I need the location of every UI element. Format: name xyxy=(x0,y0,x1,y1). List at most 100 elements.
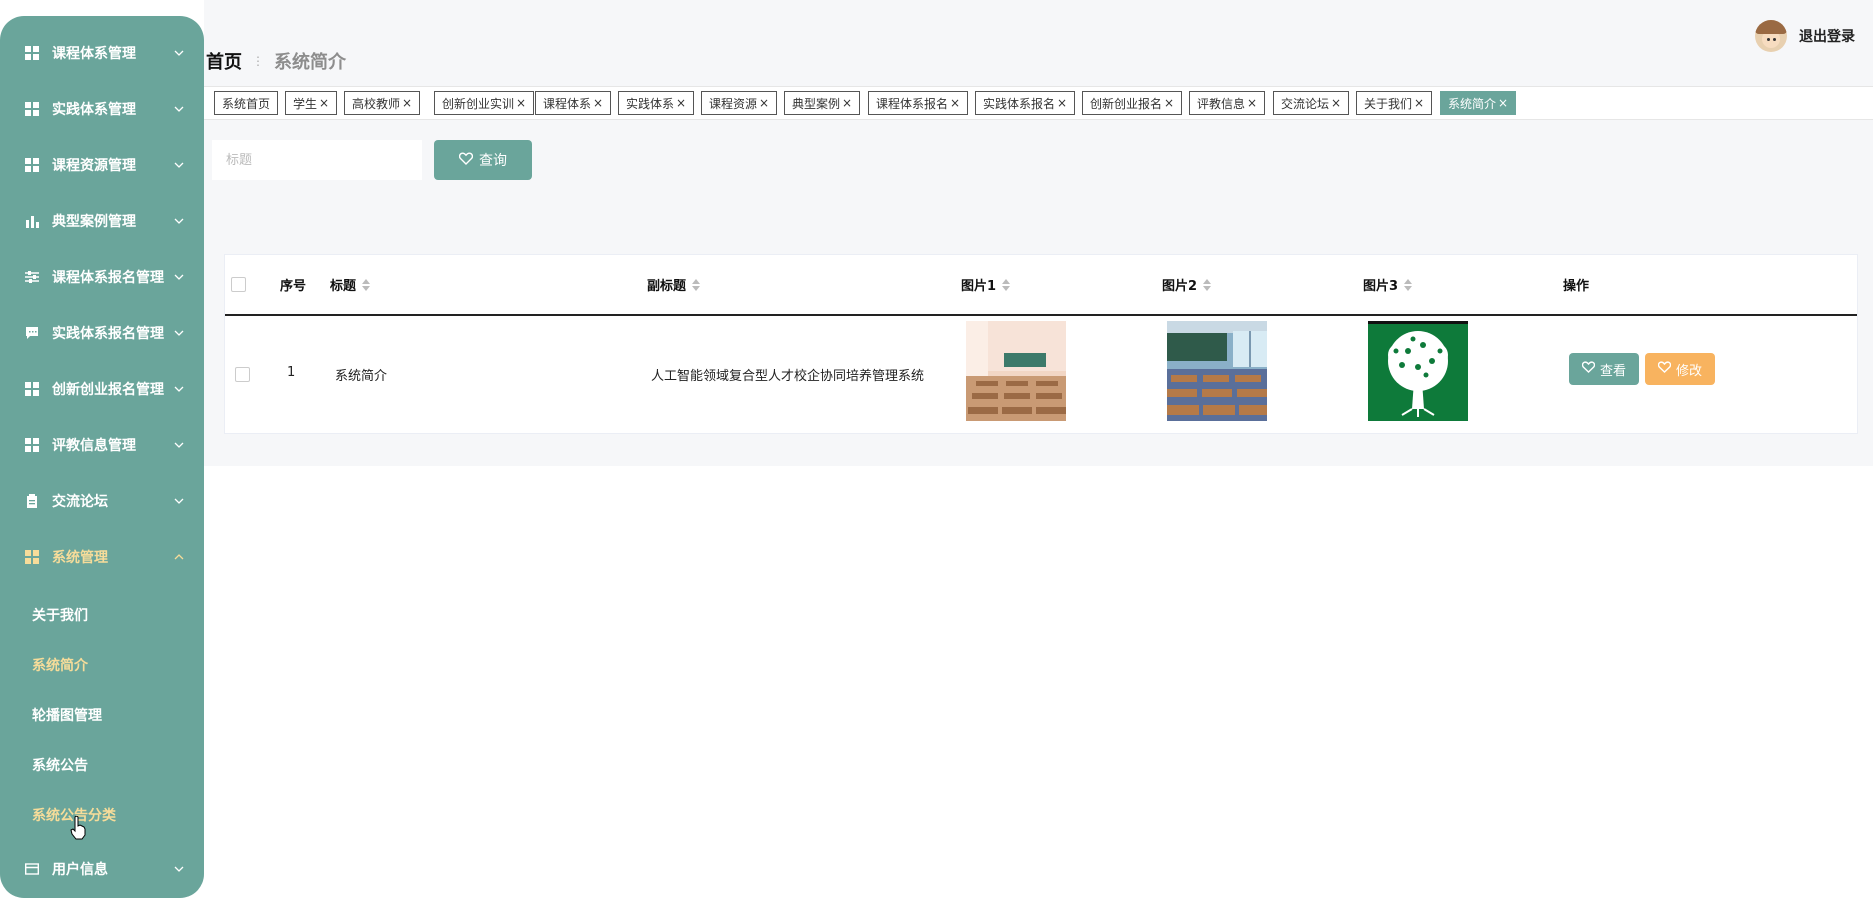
tab-innovation-training[interactable]: 创新创业实训 × xyxy=(434,91,535,115)
menu-label: 课程资源管理 xyxy=(52,158,136,174)
menu-label: 用户信息 xyxy=(52,862,108,878)
breadcrumb: 首页 ⋮ 系统简介 xyxy=(206,48,346,74)
tab-innovation-signup[interactable]: 创新创业报名 × xyxy=(1082,91,1183,115)
row-subtitle: 人工智能领域复合型人才校企协同培养管理系统 xyxy=(651,369,925,384)
heart-icon xyxy=(1581,361,1596,377)
sort-icon[interactable] xyxy=(362,278,371,291)
menu-label: 课程体系报名管理 xyxy=(52,270,164,286)
row-title: 系统简介 xyxy=(335,369,388,384)
close-icon[interactable]: × xyxy=(1164,96,1174,110)
grid-icon xyxy=(24,381,40,397)
edit-button[interactable]: 修改 xyxy=(1645,353,1715,385)
close-icon[interactable]: × xyxy=(516,96,526,110)
sort-icon[interactable] xyxy=(692,278,701,291)
table-header: 序号 标题 副标题 图片1 图片2 图片3 操作 xyxy=(225,255,1857,316)
menu-label: 课程体系管理 xyxy=(52,46,136,62)
tab-course-system[interactable]: 课程体系 × xyxy=(535,91,612,115)
classroom-image-2[interactable] xyxy=(1167,321,1267,421)
menu-label: 创新创业报名管理 xyxy=(52,382,164,398)
edit-button-label: 修改 xyxy=(1675,363,1702,379)
knowledge-tree-image[interactable] xyxy=(1368,321,1468,421)
close-icon[interactable]: × xyxy=(402,96,412,110)
row-checkbox[interactable] xyxy=(235,367,250,382)
menu-practice-system[interactable]: 实践体系管理 xyxy=(0,87,204,131)
col-header-subtitle[interactable]: 副标题 xyxy=(647,255,701,314)
classroom-image-1[interactable] xyxy=(966,321,1066,421)
close-icon[interactable]: × xyxy=(842,96,852,110)
menu-label: 实践体系管理 xyxy=(52,102,136,118)
tab-typical-case[interactable]: 典型案例 × xyxy=(784,91,861,115)
tab-about-us[interactable]: 关于我们 × xyxy=(1356,91,1433,115)
grid-icon xyxy=(24,45,40,61)
submenu-system-intro[interactable]: 系统简介 xyxy=(32,647,88,683)
col-header-image3[interactable]: 图片3 xyxy=(1363,255,1413,314)
tab-evaluation[interactable]: 评教信息 × xyxy=(1189,91,1266,115)
tab-label: 实践体系 xyxy=(626,96,675,111)
close-icon[interactable]: × xyxy=(1057,96,1067,110)
menu-system-management[interactable]: 系统管理 xyxy=(0,535,204,579)
col-header-index: 序号 xyxy=(280,279,307,294)
close-icon[interactable]: × xyxy=(759,96,769,110)
col-header-image1[interactable]: 图片1 xyxy=(961,255,1011,314)
tab-practice-signup[interactable]: 实践体系报名 × xyxy=(975,91,1076,115)
bar-chart-icon xyxy=(24,213,40,229)
chevron-down-icon xyxy=(170,274,188,280)
avatar[interactable] xyxy=(1755,20,1787,52)
sort-icon[interactable] xyxy=(1002,278,1011,291)
tab-label: 创新创业实训 xyxy=(442,96,515,111)
menu-forum[interactable]: 交流论坛 xyxy=(0,479,204,523)
tab-system-home[interactable]: 系统首页 xyxy=(214,91,279,115)
grid-icon xyxy=(24,549,40,565)
select-all-checkbox[interactable] xyxy=(231,277,246,292)
col-header-image2[interactable]: 图片2 xyxy=(1162,255,1212,314)
sort-icon[interactable] xyxy=(1404,278,1413,291)
heart-icon xyxy=(458,152,474,169)
close-icon[interactable]: × xyxy=(593,96,603,110)
submenu-announcement[interactable]: 系统公告 xyxy=(32,747,88,783)
close-icon[interactable]: × xyxy=(1414,96,1424,110)
chevron-down-icon xyxy=(170,498,188,504)
menu-label: 交流论坛 xyxy=(52,494,108,510)
tab-label: 系统简介 xyxy=(1448,96,1497,111)
submenu-about-us[interactable]: 关于我们 xyxy=(32,597,88,633)
grid-icon xyxy=(24,437,40,453)
menu-innovation-signup[interactable]: 创新创业报名管理 xyxy=(0,367,204,411)
menu-evaluation[interactable]: 评教信息管理 xyxy=(0,423,204,467)
submenu-carousel[interactable]: 轮播图管理 xyxy=(32,697,102,733)
chevron-down-icon xyxy=(170,106,188,112)
grid-icon xyxy=(24,101,40,117)
tab-system-intro[interactable]: 系统简介 × xyxy=(1440,91,1517,115)
close-icon[interactable]: × xyxy=(1498,96,1508,110)
tab-course-signup[interactable]: 课程体系报名 × xyxy=(868,91,969,115)
tab-course-resource[interactable]: 课程资源 × xyxy=(701,91,778,115)
close-icon[interactable]: × xyxy=(1331,96,1341,110)
tab-students[interactable]: 学生 × xyxy=(285,91,338,115)
view-button[interactable]: 查看 xyxy=(1569,353,1639,385)
title-search-input[interactable] xyxy=(212,140,422,180)
col-header-title[interactable]: 标题 xyxy=(330,255,371,314)
tab-teachers[interactable]: 高校教师 × xyxy=(344,91,421,115)
close-icon[interactable]: × xyxy=(1247,96,1257,110)
tab-label: 创新创业报名 xyxy=(1090,96,1163,111)
menu-practice-signup[interactable]: 实践体系报名管理 xyxy=(0,311,204,355)
tab-label: 高校教师 xyxy=(352,96,401,111)
menu-course-system[interactable]: 课程体系管理 xyxy=(0,31,204,75)
breadcrumb-home[interactable]: 首页 xyxy=(206,48,242,74)
menu-course-resource[interactable]: 课程资源管理 xyxy=(0,143,204,187)
close-icon[interactable]: × xyxy=(319,96,329,110)
view-button-label: 查看 xyxy=(1599,363,1626,379)
logout-button[interactable]: 退出登录 xyxy=(1799,26,1855,46)
menu-course-signup[interactable]: 课程体系报名管理 xyxy=(0,255,204,299)
close-icon[interactable]: × xyxy=(950,96,960,110)
tab-forum[interactable]: 交流论坛 × xyxy=(1273,91,1350,115)
close-icon[interactable]: × xyxy=(676,96,686,110)
query-button[interactable]: 查询 xyxy=(434,140,532,180)
sort-icon[interactable] xyxy=(1203,278,1212,291)
menu-user-info[interactable]: 用户信息 xyxy=(0,847,204,891)
chevron-down-icon xyxy=(170,162,188,168)
clipboard-icon xyxy=(24,493,40,509)
col-header-actions: 操作 xyxy=(1563,279,1590,294)
menu-typical-case[interactable]: 典型案例管理 xyxy=(0,199,204,243)
tab-practice-system[interactable]: 实践体系 × xyxy=(618,91,695,115)
data-table: 序号 标题 副标题 图片1 图片2 图片3 操作 1 系统简介 人工智能领域复合… xyxy=(224,254,1858,434)
